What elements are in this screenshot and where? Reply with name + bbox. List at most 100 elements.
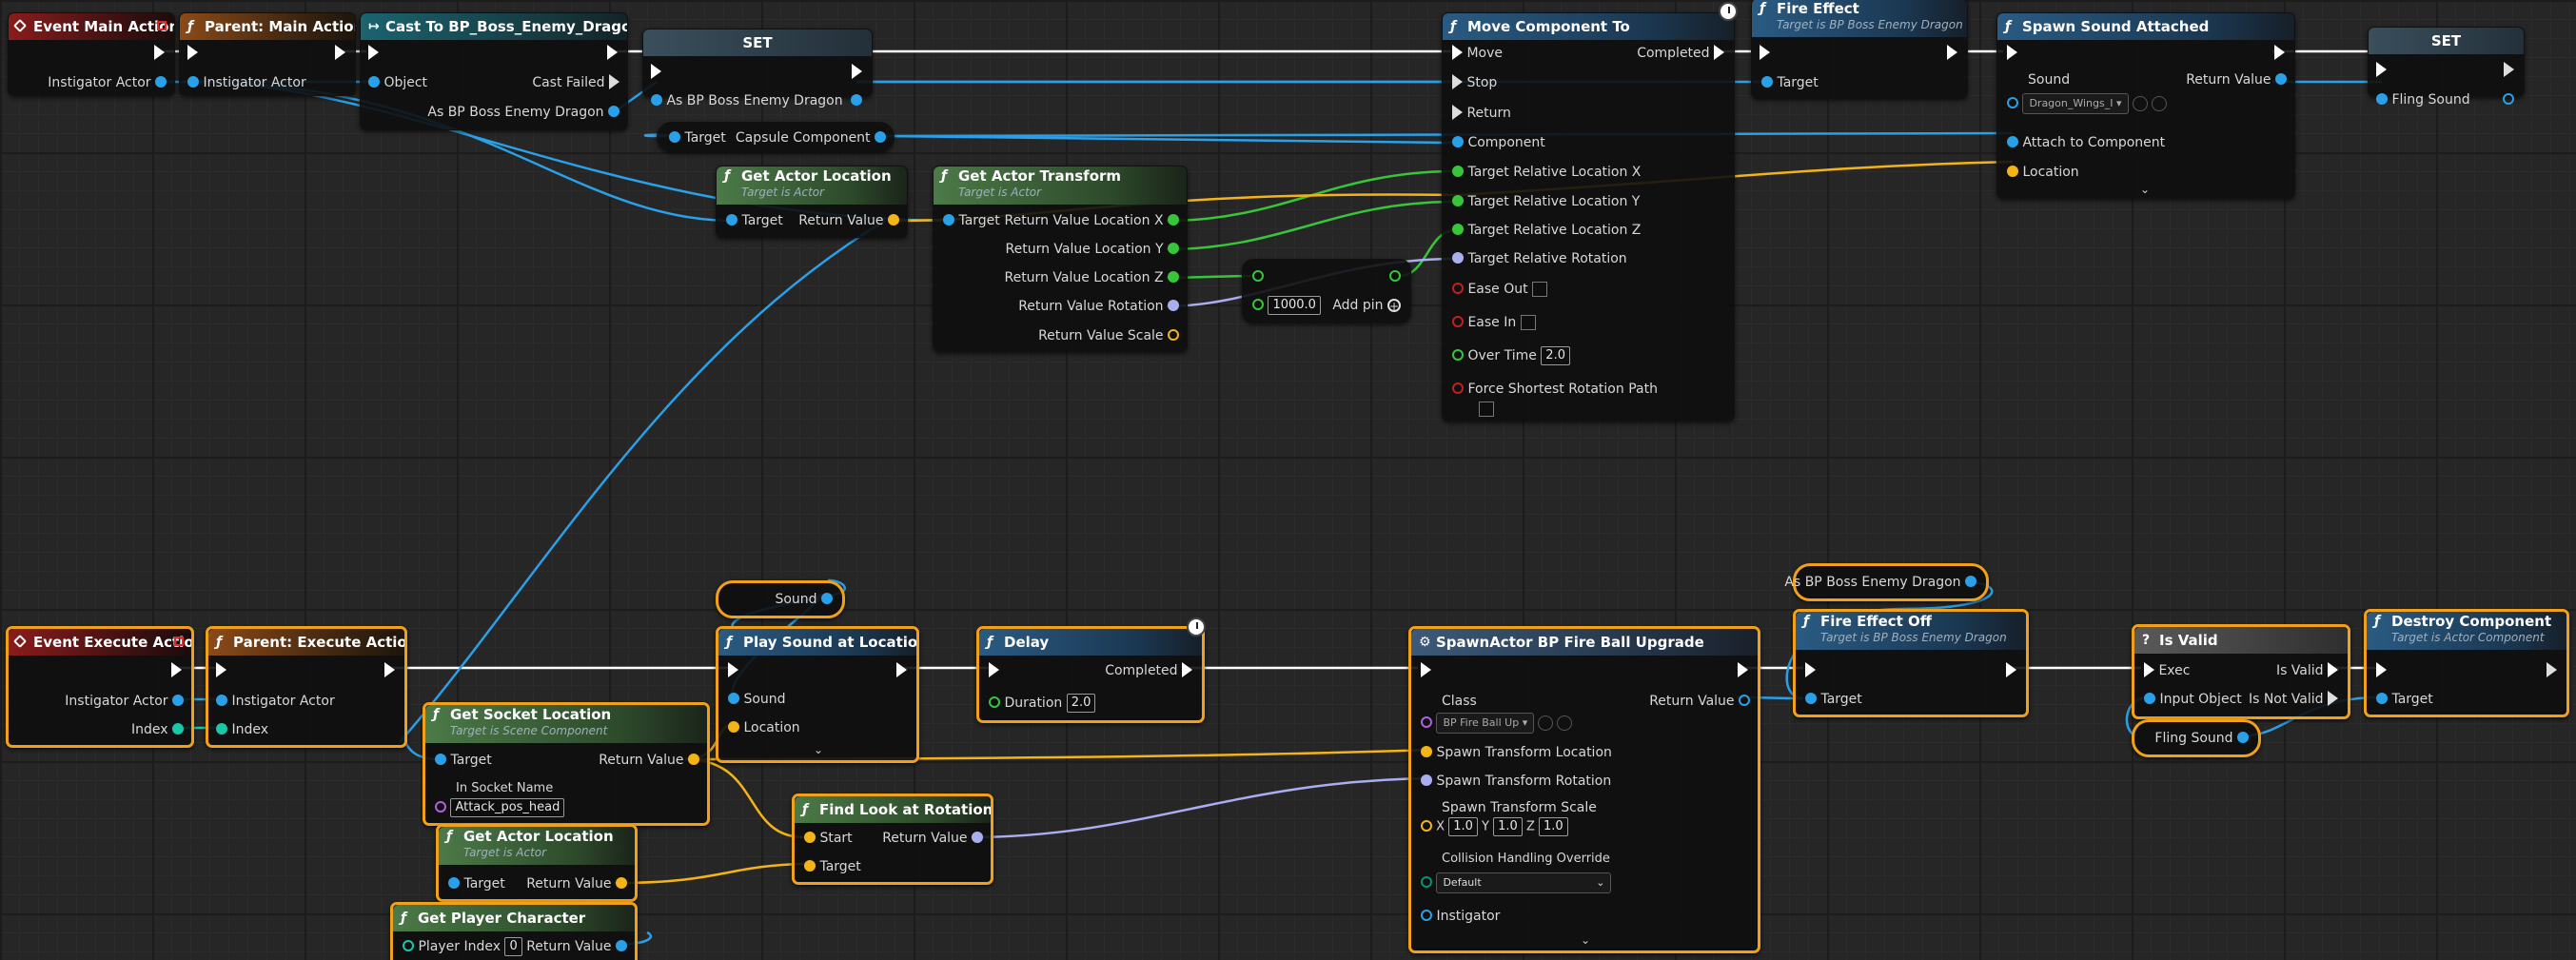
set-dragon-variable-node[interactable]: SET As BP Boss Enemy Dragon (642, 29, 873, 108)
set-out-pin[interactable] (851, 91, 862, 110)
add-input-a-pin[interactable] (1252, 267, 1264, 286)
exec-in-pin[interactable] (187, 44, 198, 63)
class-dropdown[interactable]: BP Fire Ball Up ▾ (1436, 713, 1535, 734)
rotation-pin[interactable]: Return Value Rotation (1018, 297, 1179, 316)
browse-asset-icon[interactable] (2132, 96, 2148, 111)
expand-advanced-icon[interactable]: ⌄ (814, 743, 823, 756)
socket-name-field[interactable]: Attack_pos_head (450, 798, 565, 817)
exec-out-pin[interactable] (896, 661, 907, 680)
fling-sound-in-pin[interactable]: Fling Sound (2376, 90, 2470, 109)
destroy-component-node[interactable]: ƒ Destroy Component Target is Actor Compon… (2364, 609, 2569, 717)
blueprint-graph-canvas[interactable]: Event Main Action Instigator Actor ƒ Pare… (0, 0, 2576, 960)
as-dragon-variable-getter[interactable]: As BP Boss Enemy Dragon (1784, 563, 1989, 601)
add-value-field[interactable]: 1000.0 (1268, 296, 1321, 315)
component-pin[interactable]: Component (1452, 133, 1545, 152)
exec-out-pin[interactable] (335, 44, 345, 63)
exec-out-pin[interactable] (2504, 61, 2514, 80)
duration-field[interactable]: 2.0 (1066, 694, 1096, 713)
exec-in-pin[interactable] (1421, 661, 1431, 680)
object-pin[interactable]: Object (368, 73, 427, 92)
set-out-pin[interactable] (2503, 90, 2514, 109)
player-index-field[interactable]: 0 (504, 937, 522, 956)
return-value-pin[interactable]: Return Value (526, 874, 627, 893)
scale-z-field[interactable]: 1.0 (1538, 817, 1568, 836)
location-x-pin[interactable]: Return Value Location X (1004, 211, 1179, 230)
exec-in-pin[interactable] (728, 661, 738, 680)
player-index-pin[interactable]: Player Index 0 (403, 937, 522, 956)
ease-in-checkbox[interactable] (1520, 315, 1536, 330)
sound-pin[interactable]: Sound (728, 690, 786, 709)
completed-exec-pin[interactable]: Completed (1105, 661, 1192, 680)
find-look-at-rotation-node[interactable]: ƒ Find Look at Rotation Start Return Valu… (792, 793, 993, 885)
spawn-location-pin[interactable]: Spawn Transform Location (1421, 743, 1612, 762)
search-class-icon[interactable] (1557, 715, 1573, 731)
location-pin[interactable]: Location (2007, 163, 2079, 182)
get-actor-transform-node[interactable]: ƒ Get Actor Transform Target is Actor Targ… (933, 166, 1188, 352)
ease-out-checkbox[interactable] (1532, 282, 1548, 297)
return-value-pin[interactable]: Return Value (526, 937, 627, 956)
shortest-rotation-pin[interactable]: Force Shortest Rotation Path (1452, 380, 1658, 399)
instigator-actor-pin[interactable]: Instigator Actor (65, 692, 184, 711)
socket-name-pin[interactable]: Attack_pos_head (435, 798, 565, 817)
as-dragon-out-pin[interactable]: As BP Boss Enemy Dragon (1784, 573, 1976, 592)
attach-to-component-pin[interactable]: Attach to Component (2007, 133, 2165, 152)
spawn-scale-pin[interactable]: X 1.0 Y 1.0 Z 1.0 (1421, 817, 1568, 836)
exec-out-pin[interactable] (171, 661, 182, 680)
browse-class-icon[interactable] (1538, 715, 1554, 731)
parent-main-action-node[interactable]: ƒ Parent: Main Action Instigator Actor (179, 12, 356, 96)
return-value-pin[interactable]: Return Value (599, 751, 699, 770)
collision-dropdown[interactable]: Default ⌄ (1436, 872, 1612, 893)
event-execute-action-node[interactable]: Event Execute Action Instigator Actor In… (6, 626, 194, 748)
return-value-pin[interactable]: Return Value (882, 829, 983, 848)
return-value-pin[interactable]: Return Value (1649, 692, 1750, 711)
shortest-rotation-checkbox[interactable] (1479, 402, 1494, 417)
return-exec-pin[interactable]: Return (1452, 104, 1511, 123)
move-exec-pin[interactable]: Move (1452, 44, 1503, 63)
exec-out-pin[interactable] (2274, 44, 2285, 63)
location-y-in-pin[interactable]: Target Relative Location Y (1452, 192, 1640, 211)
instigator-actor-pin[interactable]: Instigator Actor (187, 73, 306, 92)
target-pin[interactable]: Target (435, 751, 492, 770)
spawn-actor-fire-ball-node[interactable]: ⚙ SpawnActor BP Fire Ball Upgrade Class R… (1408, 626, 1760, 953)
get-actor-location-top-node[interactable]: ƒ Get Actor Location Target is Actor Targe… (716, 166, 908, 238)
capsule-component-getter[interactable]: Target Capsule Component (657, 122, 895, 152)
sound-asset-pin[interactable]: Dragon_Wings_I ▾ (2007, 93, 2167, 114)
delay-node[interactable]: ƒ Delay Completed Duration 2.0 (976, 617, 1206, 723)
target-pin[interactable]: Target (1761, 73, 1819, 92)
duration-pin[interactable]: Duration 2.0 (989, 694, 1096, 713)
exec-out-pin[interactable] (1738, 661, 1748, 680)
get-player-character-node[interactable]: ƒ Get Player Character Player Index 0 Ret… (390, 902, 638, 960)
location-pin[interactable]: Location (728, 718, 800, 737)
exec-in-pin[interactable] (651, 63, 661, 82)
exec-in-pin[interactable]: Exec (2144, 661, 2190, 680)
add-input-b-pin[interactable]: 1000.0 (1252, 296, 1321, 315)
instigator-pin[interactable]: Instigator (1421, 907, 1500, 926)
spawn-rotation-pin[interactable]: Spawn Transform Rotation (1421, 772, 1611, 791)
fling-sound-out-pin[interactable]: Fling Sound (2154, 729, 2249, 748)
exec-in-pin[interactable] (2376, 661, 2387, 680)
return-value-pin[interactable]: Return Value (798, 211, 899, 230)
ease-in-pin[interactable]: Ease In (1452, 313, 1536, 332)
return-value-pin[interactable]: Return Value (2186, 70, 2287, 89)
exec-out-pin[interactable] (2547, 661, 2557, 680)
location-x-in-pin[interactable]: Target Relative Location X (1452, 163, 1641, 182)
scale-pin[interactable]: Return Value Scale (1038, 326, 1179, 345)
expand-advanced-icon[interactable]: ⌄ (2140, 183, 2150, 196)
add-float-node[interactable]: 1000.0 Add pin + (1242, 259, 1411, 323)
target-pin[interactable]: Target (669, 128, 726, 147)
get-actor-location-bottom-node[interactable]: ƒ Get Actor Location Target is Actor Targe… (436, 824, 638, 902)
target-pin[interactable]: Target (2376, 690, 2433, 709)
instigator-actor-pin[interactable]: Instigator Actor (216, 692, 335, 711)
expand-advanced-icon[interactable]: ⌄ (1581, 933, 1590, 947)
play-sound-at-location-node[interactable]: ƒ Play Sound at Location Sound Location ⌄ (716, 626, 919, 763)
location-y-pin[interactable]: Return Value Location Y (1006, 240, 1179, 259)
event-main-action-node[interactable]: Event Main Action Instigator Actor (8, 12, 175, 96)
over-time-field[interactable]: 2.0 (1541, 346, 1570, 365)
target-pin[interactable]: Target (804, 857, 861, 876)
sound-asset-dropdown[interactable]: Dragon_Wings_I ▾ (2022, 93, 2129, 114)
exec-out-pin[interactable] (1947, 44, 1957, 63)
instigator-actor-pin[interactable]: Instigator Actor (48, 73, 167, 92)
exec-in-pin[interactable] (216, 661, 226, 680)
index-pin[interactable]: Index (131, 720, 184, 739)
ease-out-pin[interactable]: Ease Out (1452, 280, 1548, 299)
